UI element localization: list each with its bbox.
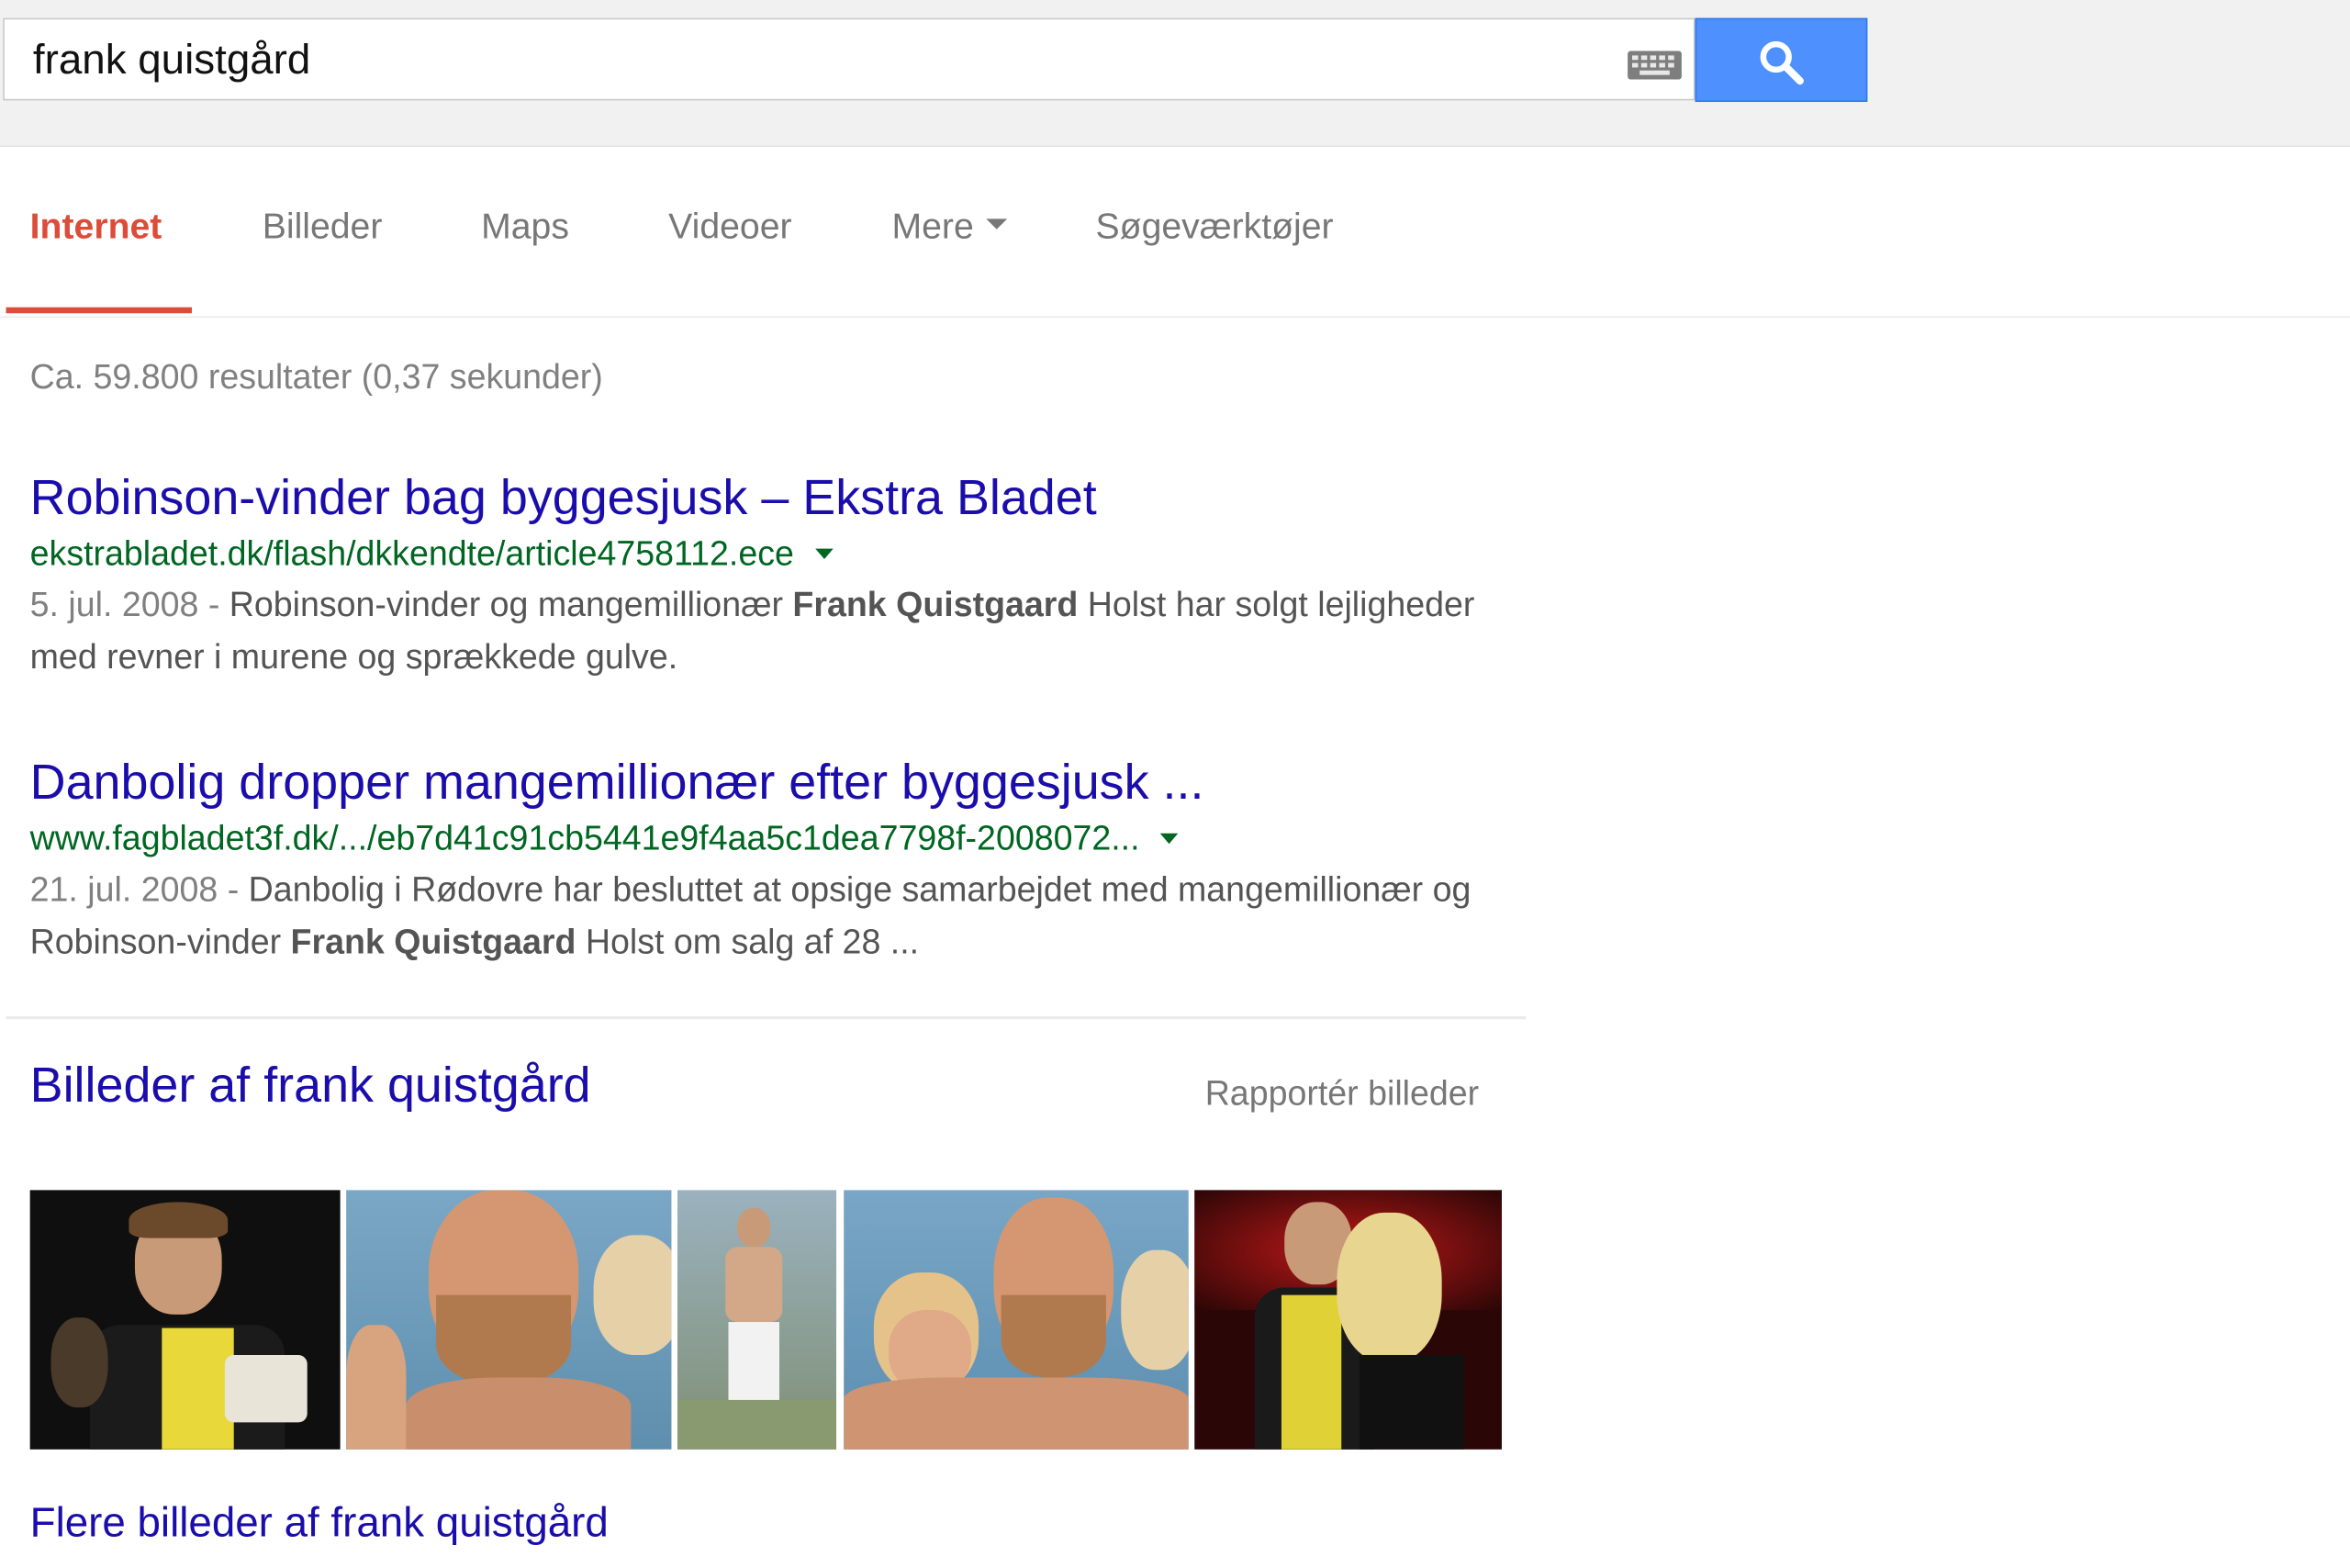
- tab-more-label: Mere: [891, 207, 974, 248]
- snippet-text: Robinson-vinder og mangemillionær: [229, 584, 793, 624]
- tab-internet[interactable]: Internet: [30, 207, 162, 249]
- section-divider: [6, 1015, 1527, 1020]
- report-images-link[interactable]: Rapportér billeder: [1205, 1073, 1480, 1114]
- search-results-page: frank quistgård Internet Billeder Maps V…: [0, 0, 2350, 1568]
- search-button[interactable]: [1695, 17, 1868, 103]
- image-thumbnail[interactable]: [677, 1190, 837, 1450]
- snippet-highlight: Frank Quistgaard: [290, 922, 576, 961]
- active-tab-indicator: [6, 307, 192, 314]
- result-snippet: 21. jul. 2008 - Danbolig i Rødovre har b…: [30, 863, 1529, 968]
- image-thumbnail[interactable]: [29, 1190, 341, 1450]
- tab-more[interactable]: Mere: [891, 207, 1007, 249]
- chevron-down-icon: [985, 218, 1007, 230]
- image-thumbnail[interactable]: [844, 1190, 1189, 1450]
- magnifier-icon: [1760, 40, 1804, 85]
- result-snippet: 5. jul. 2008 - Robinson-vinder og mangem…: [30, 578, 1529, 683]
- image-thumbnail[interactable]: [1194, 1190, 1502, 1450]
- search-header: frank quistgård: [0, 0, 2350, 148]
- snippet-highlight: Frank Quistgaard: [792, 584, 1079, 624]
- search-result: Robinson-vinder bag byggesjusk – Ekstra …: [30, 467, 1529, 683]
- result-url-text: ekstrabladet.dk/flash/dkkendte/article47…: [29, 533, 794, 573]
- search-result: Danbolig dropper mangemillionær efter by…: [30, 753, 1529, 969]
- result-date: 21. jul. 2008 -: [29, 868, 249, 909]
- result-stats: Ca. 59.800 resultater (0,37 sekunder): [29, 356, 603, 397]
- result-url-text: www.fagbladet3f.dk/.../eb7d41c91cb5441e9…: [29, 818, 1140, 857]
- tab-maps[interactable]: Maps: [481, 207, 569, 249]
- search-tabs: Internet Billeder Maps Videoer Mere Søge…: [0, 147, 2350, 319]
- result-title-link[interactable]: Robinson-vinder bag byggesjusk – Ekstra …: [30, 467, 1529, 527]
- url-dropdown-icon[interactable]: [1160, 833, 1180, 845]
- snippet-text: Holst om salg af 28 ...: [576, 922, 920, 961]
- image-thumbnail[interactable]: [346, 1190, 672, 1450]
- result-title-link[interactable]: Danbolig dropper mangemillionær efter by…: [30, 753, 1529, 812]
- result-url: ekstrabladet.dk/flash/dkkendte/article47…: [30, 528, 1529, 579]
- search-query-text[interactable]: frank quistgård: [33, 36, 310, 84]
- tab-videos[interactable]: Videoer: [668, 207, 791, 249]
- tab-images[interactable]: Billeder: [263, 207, 383, 249]
- tab-search-tools[interactable]: Søgeværktøjer: [1096, 207, 1334, 249]
- more-images-link[interactable]: Flere billeder af frank quistgård: [30, 1499, 609, 1547]
- search-input[interactable]: frank quistgård: [3, 17, 1695, 101]
- keyboard-icon[interactable]: [1628, 50, 1682, 80]
- result-url: www.fagbladet3f.dk/.../eb7d41c91cb5441e9…: [30, 812, 1529, 864]
- images-section-heading[interactable]: Billeder af frank quistgård: [30, 1057, 591, 1114]
- url-dropdown-icon[interactable]: [814, 548, 834, 559]
- result-date: 5. jul. 2008 -: [29, 584, 229, 624]
